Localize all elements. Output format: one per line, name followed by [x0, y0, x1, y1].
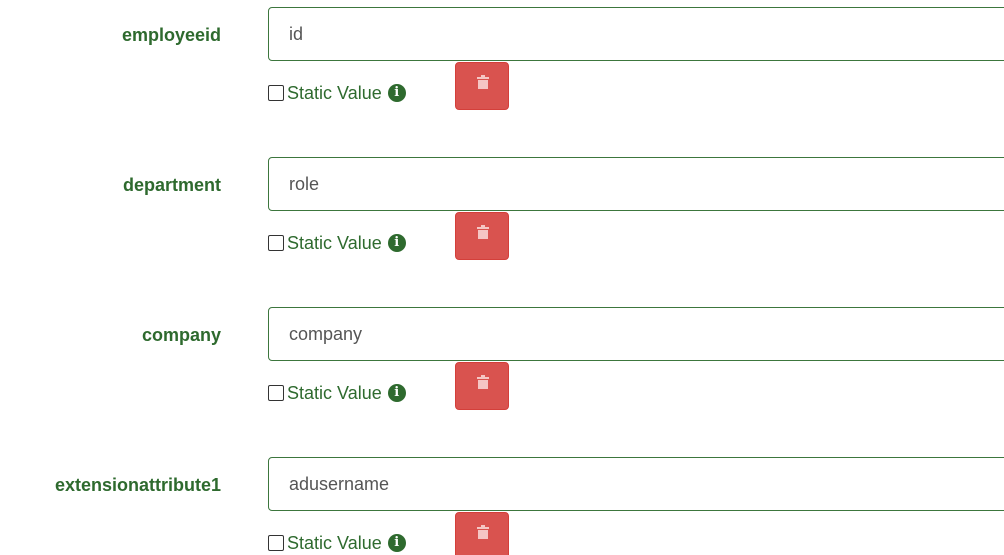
trash-icon	[477, 225, 489, 239]
static-value-label: Static Value	[287, 83, 382, 103]
static-value-label: Static Value	[287, 383, 382, 403]
mapping-value-input[interactable]	[268, 157, 1004, 211]
attribute-mapping-form: employeeid Static Value i department Sta…	[0, 0, 1004, 555]
field-label: employeeid	[121, 25, 221, 45]
static-value-label: Static Value	[287, 533, 382, 553]
static-value-label: Static Value	[287, 233, 382, 253]
field-label: company	[141, 325, 221, 345]
static-value-checkbox[interactable]	[268, 85, 284, 101]
trash-icon	[477, 75, 489, 89]
mapping-value-input[interactable]	[268, 7, 1004, 61]
static-value-checkbox[interactable]	[268, 535, 284, 551]
delete-mapping-button[interactable]	[455, 212, 509, 260]
static-value-checkbox[interactable]	[268, 385, 284, 401]
static-value-toggle: Static Value i	[268, 82, 406, 104]
mapping-value-input[interactable]	[268, 457, 1004, 511]
field-label: department	[122, 175, 221, 195]
static-value-toggle: Static Value i	[268, 532, 406, 554]
delete-mapping-button[interactable]	[455, 362, 509, 410]
trash-icon	[477, 525, 489, 539]
mapping-value-input[interactable]	[268, 307, 1004, 361]
mapping-row: extensionattribute1 Static Value i	[0, 450, 1004, 555]
delete-mapping-button[interactable]	[455, 512, 509, 555]
info-circle-icon[interactable]: i	[387, 384, 406, 402]
info-circle-icon[interactable]: i	[387, 84, 406, 102]
mapping-row: company Static Value i	[0, 300, 1004, 410]
delete-mapping-button[interactable]	[455, 62, 509, 110]
static-value-toggle: Static Value i	[268, 232, 406, 254]
field-label: extensionattribute1	[54, 475, 221, 495]
mapping-row: employeeid Static Value i	[0, 0, 1004, 110]
info-circle-icon[interactable]: i	[387, 534, 406, 552]
mapping-row: department Static Value i	[0, 150, 1004, 260]
static-value-checkbox[interactable]	[268, 235, 284, 251]
trash-icon	[477, 375, 489, 389]
static-value-toggle: Static Value i	[268, 382, 406, 404]
info-circle-icon[interactable]: i	[387, 234, 406, 252]
